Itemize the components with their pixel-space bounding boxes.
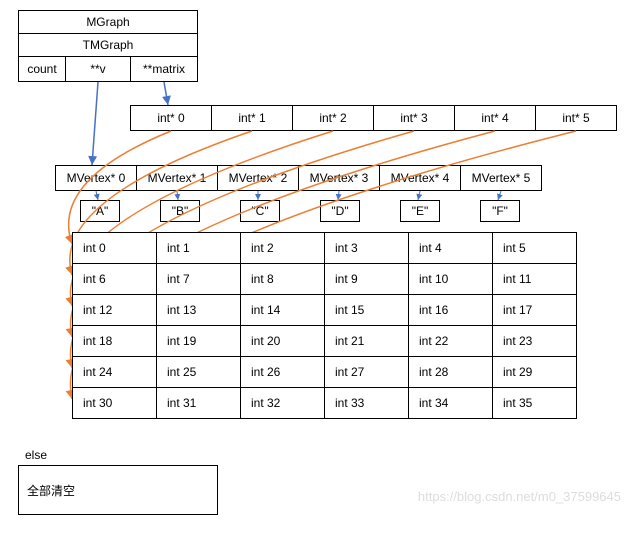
intptr-1: int* 1 <box>211 105 293 131</box>
watermark: https://blog.csdn.net/m0_37599645 <box>418 489 621 504</box>
matrix-cell: int 10 <box>408 263 493 295</box>
matrix-cell: int 12 <box>72 294 157 326</box>
mvertex-1: MVertex* 1 <box>136 165 218 191</box>
else-label: else <box>25 448 47 462</box>
matrix-cell: int 6 <box>72 263 157 295</box>
matrix-cell: int 5 <box>492 232 577 264</box>
intptr-3: int* 3 <box>373 105 455 131</box>
matrix-cell: int 1 <box>156 232 241 264</box>
label-d: "D" <box>320 200 360 222</box>
matrix-cell: int 29 <box>492 356 577 388</box>
matrix-cell: int 21 <box>324 325 409 357</box>
matrix-cell: int 34 <box>408 387 493 419</box>
intptr-0: int* 0 <box>130 105 212 131</box>
intptr-2: int* 2 <box>292 105 374 131</box>
mvertex-3: MVertex* 3 <box>298 165 380 191</box>
matrix-cell: int 31 <box>156 387 241 419</box>
label-f: "F" <box>480 200 520 222</box>
mvertex-5: MVertex* 5 <box>460 165 542 191</box>
matrix-cell: int 3 <box>324 232 409 264</box>
matrix-cell: int 2 <box>240 232 325 264</box>
matrix-cell: int 8 <box>240 263 325 295</box>
matrix-cell: int 14 <box>240 294 325 326</box>
label-e: "E" <box>400 200 440 222</box>
matrix-cell: **matrix <box>130 56 198 82</box>
matrix-cell: int 15 <box>324 294 409 326</box>
matrix-cell: int 19 <box>156 325 241 357</box>
matrix-cell: int 11 <box>492 263 577 295</box>
count-cell: count <box>18 56 66 82</box>
matrix-cell: int 16 <box>408 294 493 326</box>
matrix-cell: int 9 <box>324 263 409 295</box>
matrix-cell: int 18 <box>72 325 157 357</box>
matrix-cell: int 4 <box>408 232 493 264</box>
intptr-4: int* 4 <box>454 105 536 131</box>
mvertex-2: MVertex* 2 <box>217 165 299 191</box>
mgraph-header: MGraph <box>18 10 198 34</box>
matrix-cell: int 35 <box>492 387 577 419</box>
label-c: "C" <box>240 200 280 222</box>
v-cell: **v <box>65 56 131 82</box>
matrix-cell: int 32 <box>240 387 325 419</box>
clear-box: 全部清空 <box>18 465 218 515</box>
tmgraph-header: TMGraph <box>18 33 198 57</box>
matrix-cell: int 0 <box>72 232 157 264</box>
matrix-cell: int 13 <box>156 294 241 326</box>
matrix-cell: int 24 <box>72 356 157 388</box>
matrix-cell: int 28 <box>408 356 493 388</box>
mvertex-0: MVertex* 0 <box>55 165 137 191</box>
matrix-cell: int 25 <box>156 356 241 388</box>
matrix-cell: int 30 <box>72 387 157 419</box>
matrix-cell: int 27 <box>324 356 409 388</box>
matrix-cell: int 7 <box>156 263 241 295</box>
mvertex-4: MVertex* 4 <box>379 165 461 191</box>
label-b: "B" <box>160 200 200 222</box>
matrix-cell: int 20 <box>240 325 325 357</box>
matrix-cell: int 23 <box>492 325 577 357</box>
intptr-5: int* 5 <box>535 105 617 131</box>
label-a: "A" <box>80 200 120 222</box>
matrix-cell: int 17 <box>492 294 577 326</box>
matrix-cell: int 33 <box>324 387 409 419</box>
matrix-cell: int 26 <box>240 356 325 388</box>
matrix-cell: int 22 <box>408 325 493 357</box>
